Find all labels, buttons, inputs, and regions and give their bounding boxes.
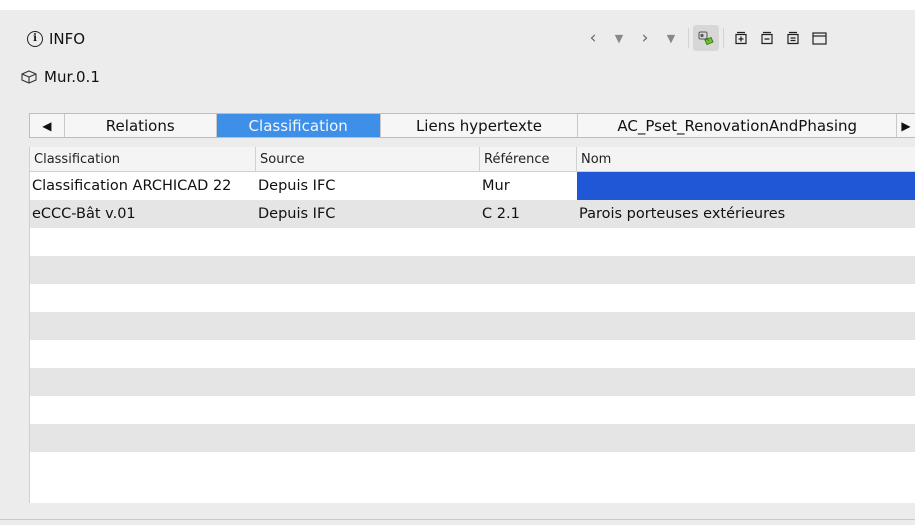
wall-object-icon: [21, 70, 37, 84]
cell-nom-editing[interactable]: [577, 172, 915, 200]
toolbar-separator: [688, 28, 689, 48]
tab-label: Classification: [248, 116, 348, 135]
panel-header: i INFO: [27, 27, 85, 51]
cell-reference: C 2.1: [482, 206, 520, 222]
tab-scroll-left-button[interactable]: ◀: [30, 114, 64, 137]
selection-filter-icon: [698, 31, 714, 46]
tab-relations[interactable]: Relations: [63, 114, 216, 137]
empty-row: [30, 368, 915, 396]
cell-source: Depuis IFC: [258, 206, 336, 222]
empty-row: [30, 228, 915, 256]
cell-reference: Mur: [482, 178, 510, 194]
tab-scroll-right-button[interactable]: ▶: [897, 114, 915, 137]
cell-classification: eCCC-Bât v.01: [32, 206, 136, 222]
tab-label: AC_Pset_RenovationAndPhasing: [617, 116, 858, 135]
equalize-button[interactable]: [780, 25, 806, 51]
arrow-right-icon: ▶: [901, 118, 911, 133]
table-row[interactable]: eCCC-Bât v.01 Depuis IFC C 2.1 Parois po…: [30, 200, 915, 228]
object-name: Mur.0.1: [44, 68, 100, 86]
tab-label: Liens hypertexte: [415, 116, 542, 135]
empty-row: [30, 256, 915, 284]
table-header: Classification Source Référence Nom: [30, 147, 915, 172]
arrow-left-icon: ◀: [42, 118, 52, 133]
cell-source: Depuis IFC: [258, 178, 336, 194]
panel-bottom-divider: [0, 519, 915, 520]
info-icon: i: [27, 31, 43, 47]
tab-liens-hypertexte[interactable]: Liens hypertexte: [379, 114, 578, 137]
classification-table: Classification Source Référence Nom Clas…: [29, 147, 915, 503]
empty-row: [30, 312, 915, 340]
dropdown-triangle-icon: ▼: [666, 31, 676, 45]
column-header-source[interactable]: Source: [256, 147, 480, 171]
table-row[interactable]: Classification ARCHICAD 22 Depuis IFC Mu…: [30, 172, 915, 200]
expand-all-button[interactable]: [728, 25, 754, 51]
empty-row: [30, 284, 915, 312]
column-header-reference[interactable]: Référence: [480, 147, 577, 171]
empty-row: [30, 340, 915, 368]
expand-all-icon: [735, 31, 747, 45]
previous-button[interactable]: ‹: [580, 25, 606, 51]
panel-title: INFO: [49, 30, 86, 48]
tab-classification[interactable]: Classification: [215, 114, 380, 137]
empty-row: [30, 396, 915, 424]
empty-row: [30, 424, 915, 452]
cell-nom: Parois porteuses extérieures: [579, 206, 786, 222]
tab-bar: ◀ Relations Classification Liens hyperte…: [29, 113, 915, 138]
chevron-right-icon: ›: [641, 28, 649, 48]
column-header-classification[interactable]: Classification: [30, 147, 256, 171]
window-top-edge: [0, 0, 915, 10]
collapse-all-icon: [761, 31, 773, 45]
cell-classification: Classification ARCHICAD 22: [32, 178, 232, 194]
previous-history-dropdown[interactable]: ▼: [606, 25, 632, 51]
next-button[interactable]: ›: [632, 25, 658, 51]
selection-filter-button[interactable]: [693, 25, 719, 51]
toolbar-separator: [723, 28, 724, 48]
tab-ac-pset-renovation[interactable]: AC_Pset_RenovationAndPhasing: [577, 114, 898, 137]
dropdown-triangle-icon: ▼: [614, 31, 624, 45]
selected-object: Mur.0.1: [20, 66, 100, 88]
panel-toolbar: ‹ ▼ › ▼: [580, 25, 832, 51]
collapse-all-button[interactable]: [754, 25, 780, 51]
chevron-left-icon: ‹: [589, 28, 597, 48]
equalize-icon: [787, 31, 799, 45]
panel-layout-button[interactable]: [806, 25, 832, 51]
empty-row: [30, 452, 915, 480]
panel-layout-icon: [812, 32, 827, 45]
column-header-nom[interactable]: Nom: [577, 147, 915, 171]
tab-label: Relations: [105, 116, 175, 135]
next-history-dropdown[interactable]: ▼: [658, 25, 684, 51]
